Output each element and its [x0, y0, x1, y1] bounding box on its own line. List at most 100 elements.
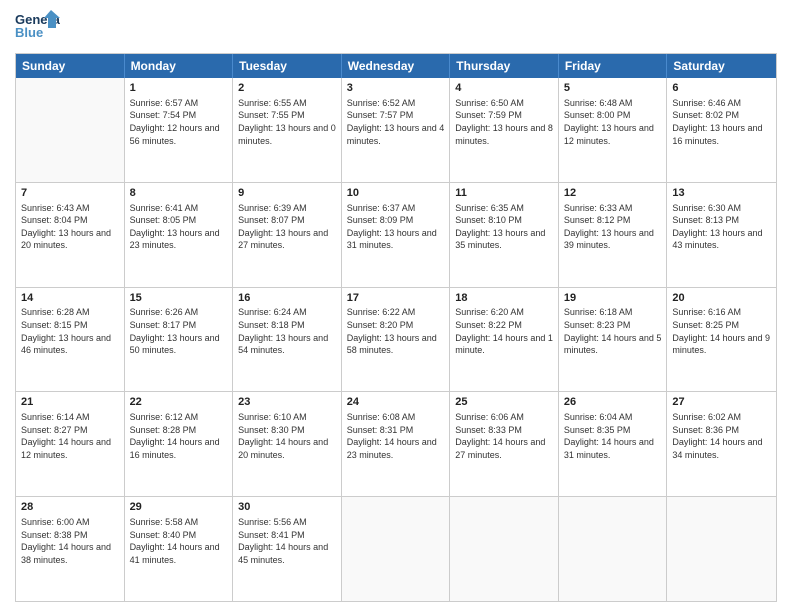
- calendar-row: 28Sunrise: 6:00 AMSunset: 8:38 PMDayligh…: [16, 497, 776, 601]
- calendar-row: 14Sunrise: 6:28 AMSunset: 8:15 PMDayligh…: [16, 288, 776, 393]
- sun-info: Sunrise: 6:30 AMSunset: 8:13 PMDaylight:…: [672, 202, 771, 252]
- calendar-cell: 23Sunrise: 6:10 AMSunset: 8:30 PMDayligh…: [233, 392, 342, 496]
- calendar-cell: 7Sunrise: 6:43 AMSunset: 8:04 PMDaylight…: [16, 183, 125, 287]
- sun-info: Sunrise: 6:20 AMSunset: 8:22 PMDaylight:…: [455, 306, 553, 356]
- day-number: 24: [347, 395, 445, 410]
- day-number: 26: [564, 395, 662, 410]
- calendar-cell: 29Sunrise: 5:58 AMSunset: 8:40 PMDayligh…: [125, 497, 234, 601]
- day-number: 23: [238, 395, 336, 410]
- sun-info: Sunrise: 6:35 AMSunset: 8:10 PMDaylight:…: [455, 202, 553, 252]
- calendar-cell: 20Sunrise: 6:16 AMSunset: 8:25 PMDayligh…: [667, 288, 776, 392]
- sun-info: Sunrise: 6:04 AMSunset: 8:35 PMDaylight:…: [564, 411, 662, 461]
- sun-info: Sunrise: 6:39 AMSunset: 8:07 PMDaylight:…: [238, 202, 336, 252]
- calendar-cell: 14Sunrise: 6:28 AMSunset: 8:15 PMDayligh…: [16, 288, 125, 392]
- calendar-cell: [559, 497, 668, 601]
- calendar-cell: 5Sunrise: 6:48 AMSunset: 8:00 PMDaylight…: [559, 78, 668, 182]
- sun-info: Sunrise: 6:50 AMSunset: 7:59 PMDaylight:…: [455, 97, 553, 147]
- sun-info: Sunrise: 6:18 AMSunset: 8:23 PMDaylight:…: [564, 306, 662, 356]
- calendar-header-cell: Sunday: [16, 54, 125, 78]
- day-number: 14: [21, 291, 119, 306]
- sun-info: Sunrise: 6:16 AMSunset: 8:25 PMDaylight:…: [672, 306, 771, 356]
- day-number: 19: [564, 291, 662, 306]
- calendar-cell: 21Sunrise: 6:14 AMSunset: 8:27 PMDayligh…: [16, 392, 125, 496]
- day-number: 6: [672, 81, 771, 96]
- calendar-cell: [342, 497, 451, 601]
- calendar-cell: 30Sunrise: 5:56 AMSunset: 8:41 PMDayligh…: [233, 497, 342, 601]
- day-number: 7: [21, 186, 119, 201]
- day-number: 15: [130, 291, 228, 306]
- calendar-cell: 8Sunrise: 6:41 AMSunset: 8:05 PMDaylight…: [125, 183, 234, 287]
- calendar-header-cell: Thursday: [450, 54, 559, 78]
- day-number: 2: [238, 81, 336, 96]
- sun-info: Sunrise: 6:28 AMSunset: 8:15 PMDaylight:…: [21, 306, 119, 356]
- calendar-cell: 25Sunrise: 6:06 AMSunset: 8:33 PMDayligh…: [450, 392, 559, 496]
- calendar-cell: 12Sunrise: 6:33 AMSunset: 8:12 PMDayligh…: [559, 183, 668, 287]
- day-number: 5: [564, 81, 662, 96]
- day-number: 10: [347, 186, 445, 201]
- calendar-cell: 16Sunrise: 6:24 AMSunset: 8:18 PMDayligh…: [233, 288, 342, 392]
- sun-info: Sunrise: 6:52 AMSunset: 7:57 PMDaylight:…: [347, 97, 445, 147]
- sun-info: Sunrise: 6:06 AMSunset: 8:33 PMDaylight:…: [455, 411, 553, 461]
- calendar-cell: 4Sunrise: 6:50 AMSunset: 7:59 PMDaylight…: [450, 78, 559, 182]
- sun-info: Sunrise: 6:46 AMSunset: 8:02 PMDaylight:…: [672, 97, 771, 147]
- sun-info: Sunrise: 6:55 AMSunset: 7:55 PMDaylight:…: [238, 97, 336, 147]
- day-number: 21: [21, 395, 119, 410]
- calendar-row: 21Sunrise: 6:14 AMSunset: 8:27 PMDayligh…: [16, 392, 776, 497]
- calendar-header-cell: Friday: [559, 54, 668, 78]
- day-number: 13: [672, 186, 771, 201]
- day-number: 27: [672, 395, 771, 410]
- calendar-cell: 6Sunrise: 6:46 AMSunset: 8:02 PMDaylight…: [667, 78, 776, 182]
- calendar-cell: 1Sunrise: 6:57 AMSunset: 7:54 PMDaylight…: [125, 78, 234, 182]
- calendar-cell: [450, 497, 559, 601]
- calendar-header-cell: Wednesday: [342, 54, 451, 78]
- calendar-cell: 3Sunrise: 6:52 AMSunset: 7:57 PMDaylight…: [342, 78, 451, 182]
- calendar-row: 7Sunrise: 6:43 AMSunset: 8:04 PMDaylight…: [16, 183, 776, 288]
- calendar-cell: 28Sunrise: 6:00 AMSunset: 8:38 PMDayligh…: [16, 497, 125, 601]
- sun-info: Sunrise: 6:24 AMSunset: 8:18 PMDaylight:…: [238, 306, 336, 356]
- calendar-cell: 11Sunrise: 6:35 AMSunset: 8:10 PMDayligh…: [450, 183, 559, 287]
- calendar-row: 1Sunrise: 6:57 AMSunset: 7:54 PMDaylight…: [16, 78, 776, 183]
- day-number: 12: [564, 186, 662, 201]
- day-number: 28: [21, 500, 119, 515]
- general-blue-logo-icon: General Blue: [15, 10, 60, 45]
- calendar-cell: 10Sunrise: 6:37 AMSunset: 8:09 PMDayligh…: [342, 183, 451, 287]
- calendar-cell: 9Sunrise: 6:39 AMSunset: 8:07 PMDaylight…: [233, 183, 342, 287]
- calendar-cell: 17Sunrise: 6:22 AMSunset: 8:20 PMDayligh…: [342, 288, 451, 392]
- sun-info: Sunrise: 5:56 AMSunset: 8:41 PMDaylight:…: [238, 516, 336, 566]
- sun-info: Sunrise: 6:22 AMSunset: 8:20 PMDaylight:…: [347, 306, 445, 356]
- calendar-body: 1Sunrise: 6:57 AMSunset: 7:54 PMDaylight…: [16, 78, 776, 601]
- sun-info: Sunrise: 5:58 AMSunset: 8:40 PMDaylight:…: [130, 516, 228, 566]
- day-number: 30: [238, 500, 336, 515]
- day-number: 25: [455, 395, 553, 410]
- sun-info: Sunrise: 6:12 AMSunset: 8:28 PMDaylight:…: [130, 411, 228, 461]
- sun-info: Sunrise: 6:41 AMSunset: 8:05 PMDaylight:…: [130, 202, 228, 252]
- day-number: 3: [347, 81, 445, 96]
- calendar-header-cell: Monday: [125, 54, 234, 78]
- day-number: 22: [130, 395, 228, 410]
- sun-info: Sunrise: 6:57 AMSunset: 7:54 PMDaylight:…: [130, 97, 228, 147]
- calendar-cell: 27Sunrise: 6:02 AMSunset: 8:36 PMDayligh…: [667, 392, 776, 496]
- calendar-cell: [16, 78, 125, 182]
- calendar-cell: 26Sunrise: 6:04 AMSunset: 8:35 PMDayligh…: [559, 392, 668, 496]
- day-number: 17: [347, 291, 445, 306]
- day-number: 9: [238, 186, 336, 201]
- calendar: SundayMondayTuesdayWednesdayThursdayFrid…: [15, 53, 777, 602]
- sun-info: Sunrise: 6:43 AMSunset: 8:04 PMDaylight:…: [21, 202, 119, 252]
- sun-info: Sunrise: 6:14 AMSunset: 8:27 PMDaylight:…: [21, 411, 119, 461]
- calendar-cell: 2Sunrise: 6:55 AMSunset: 7:55 PMDaylight…: [233, 78, 342, 182]
- calendar-cell: 13Sunrise: 6:30 AMSunset: 8:13 PMDayligh…: [667, 183, 776, 287]
- calendar-cell: [667, 497, 776, 601]
- day-number: 4: [455, 81, 553, 96]
- day-number: 16: [238, 291, 336, 306]
- sun-info: Sunrise: 6:02 AMSunset: 8:36 PMDaylight:…: [672, 411, 771, 461]
- day-number: 18: [455, 291, 553, 306]
- sun-info: Sunrise: 6:48 AMSunset: 8:00 PMDaylight:…: [564, 97, 662, 147]
- sun-info: Sunrise: 6:00 AMSunset: 8:38 PMDaylight:…: [21, 516, 119, 566]
- calendar-cell: 24Sunrise: 6:08 AMSunset: 8:31 PMDayligh…: [342, 392, 451, 496]
- sun-info: Sunrise: 6:08 AMSunset: 8:31 PMDaylight:…: [347, 411, 445, 461]
- calendar-header-cell: Saturday: [667, 54, 776, 78]
- sun-info: Sunrise: 6:37 AMSunset: 8:09 PMDaylight:…: [347, 202, 445, 252]
- sun-info: Sunrise: 6:26 AMSunset: 8:17 PMDaylight:…: [130, 306, 228, 356]
- calendar-cell: 22Sunrise: 6:12 AMSunset: 8:28 PMDayligh…: [125, 392, 234, 496]
- svg-text:Blue: Blue: [15, 25, 43, 40]
